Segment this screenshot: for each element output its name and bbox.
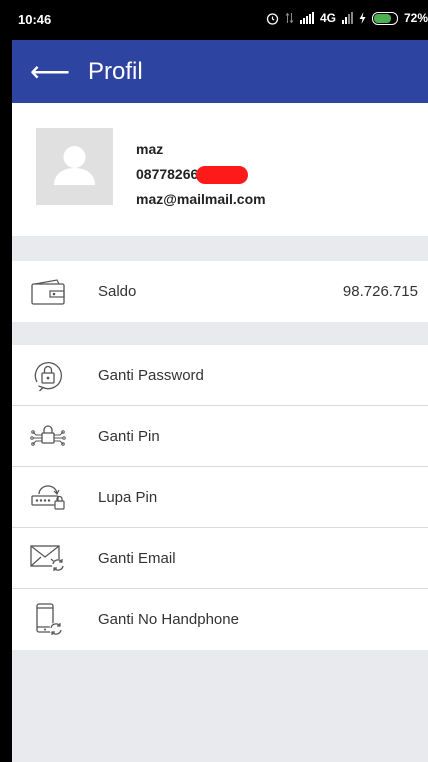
keyboard-lock-icon — [31, 485, 65, 510]
network-type: 4G — [319, 11, 336, 25]
menu-label: Ganti No Handphone — [98, 611, 239, 628]
balance-card: Saldo 98.726.715 — [12, 261, 428, 322]
phone-refresh-icon — [36, 602, 63, 635]
wallet-icon — [31, 278, 65, 305]
back-arrow-icon[interactable]: ⟵ — [12, 57, 88, 86]
page-title: Profil — [88, 57, 143, 85]
status-time: 10:46 — [18, 12, 52, 27]
lock-refresh-icon — [34, 362, 62, 392]
menu-label: Ganti Email — [98, 549, 176, 567]
profile-phone: 08778266 — [136, 166, 199, 182]
charging-icon — [359, 12, 366, 24]
profile-phone-row: 08778266 — [136, 162, 266, 187]
battery-level: 72% — [403, 11, 428, 25]
pin-circuit-icon — [30, 425, 66, 446]
menu-label: Ganti Password — [98, 366, 204, 384]
settings-menu: Ganti Password Ganti Pin Lupa Pin Ganti … — [12, 345, 428, 650]
screen: 10:46 4G 72% ⟵ Profil maz 08778266 maz@m… — [12, 0, 428, 762]
balance-label: Saldo — [98, 283, 137, 300]
alarm-icon — [266, 12, 279, 25]
menu-item-ganti-password[interactable]: Ganti Password — [12, 345, 428, 406]
balance-row[interactable]: Saldo 98.726.715 — [12, 261, 428, 322]
menu-item-ganti-pin[interactable]: Ganti Pin — [12, 406, 428, 467]
envelope-refresh-icon — [30, 545, 64, 571]
profile-email: maz@mailmail.com — [136, 191, 266, 207]
signal-icon-2 — [341, 12, 353, 24]
redaction-mark — [196, 166, 249, 185]
avatar[interactable] — [36, 128, 113, 205]
status-icons: 4G 72% — [266, 11, 428, 25]
profile-card: maz 08778266 maz@mailmail.com — [12, 103, 428, 236]
menu-item-ganti-no-handphone[interactable]: Ganti No Handphone — [12, 589, 428, 650]
status-bar: 10:46 4G 72% — [12, 0, 428, 40]
balance-value: 98.726.715 — [342, 283, 418, 300]
menu-item-ganti-email[interactable]: Ganti Email — [12, 528, 428, 589]
user-placeholder-icon — [54, 146, 95, 185]
menu-label: Ganti Pin — [98, 427, 160, 445]
battery-icon — [371, 11, 398, 25]
profile-info: maz 08778266 maz@mailmail.com — [136, 137, 266, 212]
menu-item-lupa-pin[interactable]: Lupa Pin — [12, 467, 428, 528]
menu-label: Lupa Pin — [98, 488, 158, 506]
signal-icon — [299, 12, 314, 24]
data-arrows-icon — [285, 12, 294, 24]
profile-name: maz — [136, 141, 164, 157]
app-bar: ⟵ Profil — [12, 40, 428, 103]
